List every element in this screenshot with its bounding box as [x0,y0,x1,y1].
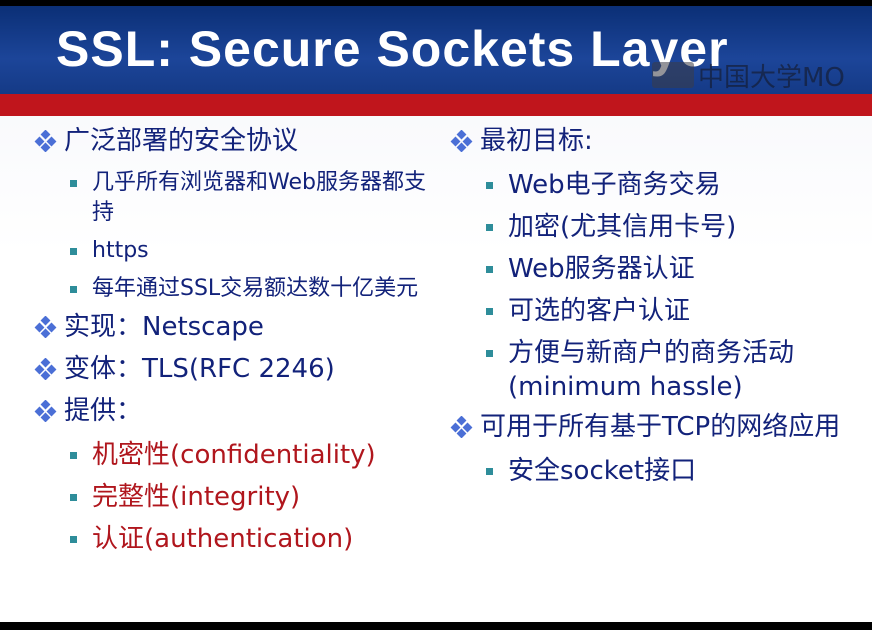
sub-bullet-item: 加密(尤其信用卡号) [450,210,860,244]
bullet-text: 提供： [64,396,143,426]
slide-title: SSL: Secure Sockets Layer [56,21,729,77]
sub-bullet-text: Web电子商务交易 [508,170,721,200]
sub-bullet-item: Web服务器认证 [450,252,860,286]
sub-bullet-item: 方便与新商户的商务活动(minimum hassle) [450,336,858,404]
sub-bullet-item: 机密性(confidentiality) [34,438,434,472]
square-bullet-icon [486,266,493,273]
right-column: 最初目标: Web电子商务交易 加密(尤其信用卡号) Web服务器认证 可选的客… [450,126,860,496]
sub-bullet-item: 认证(authentication) [34,522,434,556]
sub-bullet-text: https [92,238,149,263]
bullet-text: 实现：Netscape [64,312,264,342]
watermark-text: 中国大学MO [698,62,845,93]
red-band [0,94,872,116]
sub-bullet-text: 每年通过SSL交易额达数十亿美元 [92,276,419,301]
diamond-bullet-icon [450,416,473,438]
sub-bullet-text: 认证(authentication) [92,524,354,554]
bullet-text: 可用于所有基于TCP的网络应用 [480,412,841,442]
square-bullet-icon [486,350,493,357]
sub-bullet-text: 机密性(confidentiality) [92,440,376,470]
slide: SSL: Secure Sockets Layer 中国大学MO 广泛部署的安全… [0,6,872,622]
sub-bullet-text: 方便与新商户的商务活动(minimum hassle) [508,338,795,402]
diamond-bullet-icon [34,400,57,422]
sub-bullet-item: 完整性(integrity) [34,480,434,514]
bullet-item: 提供： [34,396,434,426]
left-column: 广泛部署的安全协议 几乎所有浏览器和Web服务器都支持 https 每年通过SS… [34,126,434,564]
square-bullet-icon [70,286,77,293]
sub-bullet-item: 每年通过SSL交易额达数十亿美元 [34,274,432,304]
bullet-item: 可用于所有基于TCP的网络应用 [450,412,850,442]
sub-bullet-item: https [34,236,434,266]
sub-bullet-item: 可选的客户认证 [450,294,860,328]
square-bullet-icon [486,224,493,231]
sub-bullet-text: 加密(尤其信用卡号) [508,212,737,242]
square-bullet-icon [70,248,77,255]
square-bullet-icon [486,182,493,189]
watermark: 中国大学MO [652,58,845,93]
square-bullet-icon [70,494,77,501]
diamond-bullet-icon [34,130,57,152]
diamond-bullet-icon [34,316,57,338]
sub-bullet-item: 安全socket接口 [450,454,860,488]
square-bullet-icon [70,536,77,543]
sub-bullet-text: 几乎所有浏览器和Web服务器都支持 [92,170,426,225]
bullet-text: 广泛部署的安全协议 [64,126,299,156]
bullet-text: 变体：TLS(RFC 2246) [64,354,335,384]
bullet-item: 变体：TLS(RFC 2246) [34,354,434,384]
diamond-bullet-icon [34,358,57,380]
square-bullet-icon [70,180,77,187]
sub-bullet-text: 完整性(integrity) [92,482,301,512]
square-bullet-icon [70,452,77,459]
bullet-text: 最初目标: [480,126,593,156]
sub-bullet-item: Web电子商务交易 [450,168,860,202]
watermark-logo-icon [652,62,694,88]
sub-bullet-text: Web服务器认证 [508,254,695,284]
bullet-item: 最初目标: [450,126,860,156]
sub-bullet-text: 安全socket接口 [508,456,697,486]
diamond-bullet-icon [450,130,473,152]
bullet-item: 实现：Netscape [34,312,434,342]
sub-bullet-text: 可选的客户认证 [508,296,691,326]
bullet-item: 广泛部署的安全协议 [34,126,434,156]
sub-bullet-item: 几乎所有浏览器和Web服务器都支持 [34,168,432,228]
square-bullet-icon [486,308,493,315]
square-bullet-icon [486,468,493,475]
